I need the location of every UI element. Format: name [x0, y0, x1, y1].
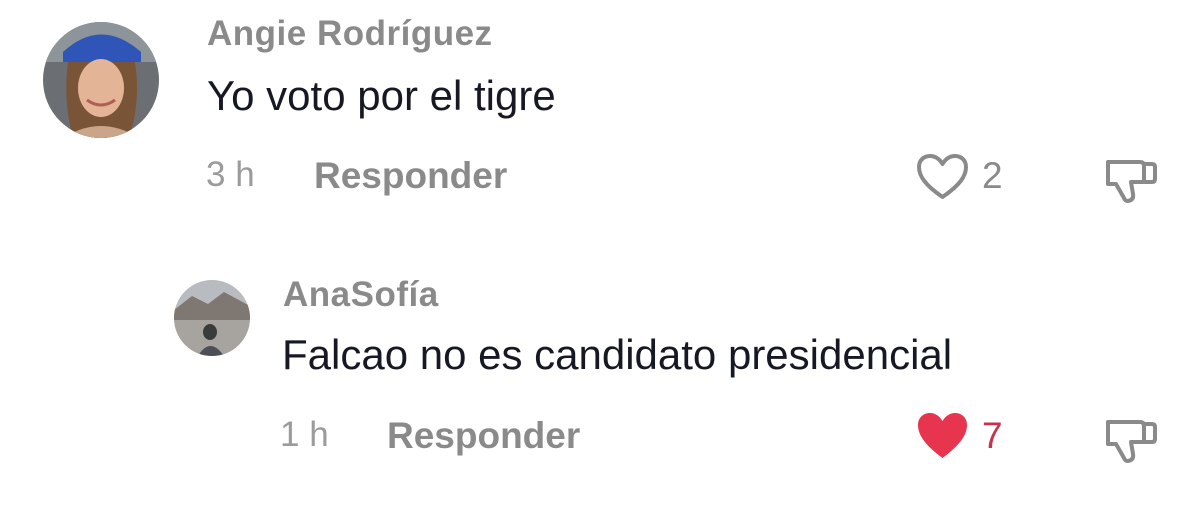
comment-text: Yo voto por el tigre [207, 72, 556, 119]
comment-timestamp: 3 h [206, 155, 255, 194]
like-count: 7 [982, 415, 1003, 456]
comment-text: Falcao no es candidato presidencial [282, 331, 953, 378]
heart-filled-icon[interactable] [915, 410, 970, 462]
thumbs-down-icon[interactable] [1100, 410, 1160, 470]
comment-username[interactable]: Angie Rodríguez [207, 14, 493, 54]
heart-outline-icon[interactable] [915, 152, 970, 202]
comment-username[interactable]: AnaSofía [283, 275, 439, 315]
user-avatar[interactable] [43, 22, 159, 138]
thumbs-down-icon[interactable] [1100, 150, 1160, 210]
comment-timestamp: 1 h [280, 415, 329, 454]
like-count: 2 [982, 155, 1003, 196]
reply-button[interactable]: Responder [314, 155, 507, 197]
reply-button[interactable]: Responder [387, 415, 580, 457]
user-avatar[interactable] [174, 280, 250, 356]
